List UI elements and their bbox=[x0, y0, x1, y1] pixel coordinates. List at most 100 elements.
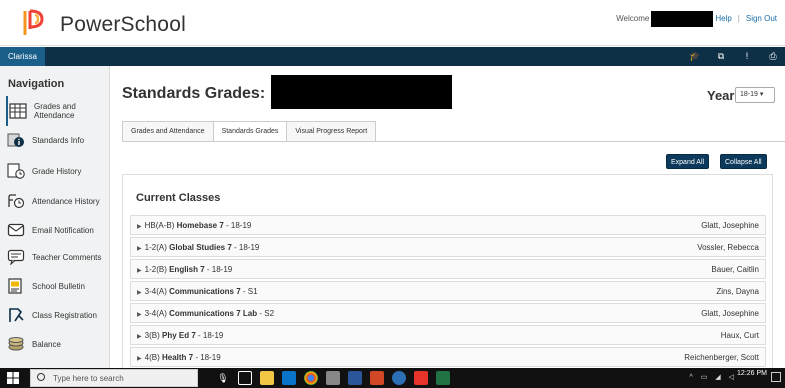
powerpoint-icon[interactable] bbox=[370, 371, 384, 385]
class-row-course: ▶ 3-4(A) Communications 7 - S1 bbox=[137, 287, 258, 296]
class-period: 3-4(A) bbox=[144, 308, 167, 318]
class-name: Health 7 bbox=[161, 352, 194, 362]
nav-item-grade-history[interactable]: Grade History bbox=[6, 156, 106, 186]
class-row[interactable]: ▶ 3-4(A) Communications 7 Lab - S2 Glatt, … bbox=[130, 303, 766, 323]
external-link-icon[interactable]: ⧉ bbox=[715, 50, 727, 63]
file-explorer-icon[interactable] bbox=[260, 371, 274, 385]
microphone-icon[interactable]: 🎙 bbox=[216, 371, 230, 385]
info-icon bbox=[6, 131, 26, 149]
nav-item-attendance-history[interactable]: Attendance History bbox=[6, 186, 106, 216]
tab-divider bbox=[122, 141, 785, 142]
nav-label: Email Notification bbox=[32, 225, 94, 235]
nav-label: Teacher Comments bbox=[32, 252, 102, 262]
class-row[interactable]: ▶ 1-2(A) Global Studies 7 - 18-19 Vossler,… bbox=[130, 237, 766, 257]
current-classes-panel: Current Classes ▶ HB(A-B) Homebase 7 - 18… bbox=[122, 174, 773, 368]
class-period: 1-2(A) bbox=[144, 242, 167, 252]
print-icon[interactable]: ⎙ bbox=[767, 50, 779, 63]
nav-item-class-registration[interactable]: Class Registration bbox=[6, 300, 106, 330]
class-row[interactable]: ▶ 3(B) Phy Ed 7 - 18-19 Haux, Curt bbox=[130, 325, 766, 345]
history-icon bbox=[6, 162, 26, 180]
student-name-tab[interactable]: Clarissa bbox=[0, 47, 45, 66]
browser-icon[interactable] bbox=[392, 371, 406, 385]
collapse-all-button[interactable]: Collapse All bbox=[720, 154, 767, 169]
comments-icon bbox=[6, 248, 26, 266]
class-period: 4(B) bbox=[144, 352, 160, 362]
excel-icon[interactable] bbox=[436, 371, 450, 385]
page-title: Standards Grades: bbox=[122, 85, 266, 102]
class-name: Global Studies 7 bbox=[169, 242, 232, 252]
redacted-student-name bbox=[271, 75, 452, 109]
nav-item-email-notification[interactable]: Email Notification bbox=[6, 215, 106, 245]
nav-item-balance[interactable]: Balance bbox=[6, 329, 106, 359]
clock-time: 12:26 PM bbox=[737, 370, 767, 377]
class-teacher: Reichenberger, Scott bbox=[684, 352, 759, 362]
class-row[interactable]: ▶ HB(A-B) Homebase 7 - 18-19 Glatt, Joseph… bbox=[130, 215, 766, 235]
taskbar-apps: 🎙 bbox=[216, 371, 450, 385]
class-term: - 18-19 bbox=[206, 264, 233, 274]
nav-label: Grades and Attendance bbox=[34, 102, 76, 120]
navigation-title: Navigation bbox=[8, 78, 65, 90]
tab-grades-and-attendance[interactable]: Grades and Attendance bbox=[122, 121, 214, 141]
nav-label: Grade History bbox=[32, 166, 82, 176]
search-placeholder: Type here to search bbox=[53, 374, 124, 383]
caret-right-icon: ▶ bbox=[137, 289, 142, 296]
class-row[interactable]: ▶ 1-2(B) English 7 - 18-19 Bauer, Caitlin bbox=[130, 259, 766, 279]
class-period: 3(B) bbox=[144, 330, 160, 340]
taskbar-search-input[interactable]: Type here to search bbox=[30, 369, 198, 387]
nav-label: Standards Info bbox=[32, 135, 85, 145]
class-row[interactable]: ▶ 3-4(A) Communications 7 - S1 Zins, Dayna bbox=[130, 281, 766, 301]
caret-right-icon: ▶ bbox=[137, 245, 142, 252]
year-select[interactable]: 18-19 ▾ bbox=[735, 87, 775, 103]
help-link[interactable]: Help bbox=[715, 14, 731, 23]
app-window: PowerSchool Welcome Help | Sign Out Clariss… bbox=[0, 0, 785, 388]
system-tray-icons[interactable]: ^ ▭ ◢ ◁ bbox=[690, 373, 738, 381]
welcome-text: Welcome bbox=[616, 14, 650, 24]
taskbar-clock[interactable]: 12:26 PM bbox=[737, 370, 767, 378]
balance-icon bbox=[6, 335, 26, 353]
nav-label: School Bulletin bbox=[32, 281, 85, 291]
expand-all-button[interactable]: Expand All bbox=[666, 154, 710, 169]
class-term: - S2 bbox=[259, 308, 275, 318]
acrobat-icon[interactable] bbox=[414, 371, 428, 385]
alert-icon[interactable]: ! bbox=[741, 50, 753, 63]
windows-start-icon[interactable] bbox=[7, 372, 19, 384]
class-teacher: Glatt, Josephine bbox=[701, 308, 759, 318]
class-term: - 18-19 bbox=[234, 242, 260, 252]
caret-right-icon: ▶ bbox=[137, 267, 142, 274]
sign-out-link[interactable]: Sign Out bbox=[746, 14, 777, 23]
class-row-course: ▶ 1-2(A) Global Studies 7 - 18-19 bbox=[137, 243, 259, 252]
word-icon[interactable] bbox=[348, 371, 362, 385]
grades-icon bbox=[8, 102, 28, 120]
tab-visual-progress-report[interactable]: Visual Progress Report bbox=[286, 121, 377, 141]
current-classes-title: Current Classes bbox=[136, 192, 221, 204]
class-row-course: ▶ 3-4(A) Communications 7 Lab - S2 bbox=[137, 309, 274, 318]
class-row-course: ▶ HB(A-B) Homebase 7 - 18-19 bbox=[137, 221, 251, 230]
main-content: Standards Grades: Year 18-19 ▾ Grades an… bbox=[112, 66, 785, 368]
class-term: - 18-19 bbox=[226, 220, 252, 230]
class-teacher: Haux, Curt bbox=[720, 330, 759, 340]
class-row-course: ▶ 4(B) Health 7 - 18-19 bbox=[137, 353, 221, 362]
class-name: Communications 7 bbox=[169, 286, 241, 296]
nav-label: Attendance History bbox=[32, 196, 100, 206]
class-row[interactable]: ▶ 4(B) Health 7 - 18-19 Reichenberger, Sco… bbox=[130, 347, 766, 367]
search-icon bbox=[37, 373, 45, 381]
class-row-course: ▶ 3(B) Phy Ed 7 - 18-19 bbox=[137, 331, 223, 340]
class-row-course: ▶ 1-2(B) English 7 - 18-19 bbox=[137, 265, 232, 274]
nav-item-teacher-comments[interactable]: Teacher Comments bbox=[6, 242, 106, 272]
graduation-cap-icon[interactable]: 🎓 bbox=[689, 50, 701, 63]
class-term: - S1 bbox=[242, 286, 258, 296]
app-icon[interactable] bbox=[326, 371, 340, 385]
class-teacher: Zins, Dayna bbox=[716, 286, 759, 296]
task-view-icon[interactable] bbox=[238, 371, 252, 385]
nav-item-standards-info[interactable]: Standards Info bbox=[6, 125, 106, 155]
top-header: PowerSchool Welcome Help | Sign Out bbox=[0, 0, 785, 46]
notification-icon[interactable] bbox=[771, 372, 781, 382]
tab-standards-grades[interactable]: Standards Grades bbox=[212, 121, 288, 142]
outlook-icon[interactable] bbox=[282, 371, 296, 385]
class-term: - 18-19 bbox=[195, 352, 221, 362]
toolbar-icons: 🎓 ⧉ ! ⎙ bbox=[689, 50, 779, 63]
class-period: 3-4(A) bbox=[144, 286, 167, 296]
chrome-icon[interactable] bbox=[304, 371, 318, 385]
nav-item-school-bulletin[interactable]: School Bulletin bbox=[6, 271, 106, 301]
nav-item-grades-and-attendance[interactable]: Grades and Attendance bbox=[6, 96, 106, 126]
